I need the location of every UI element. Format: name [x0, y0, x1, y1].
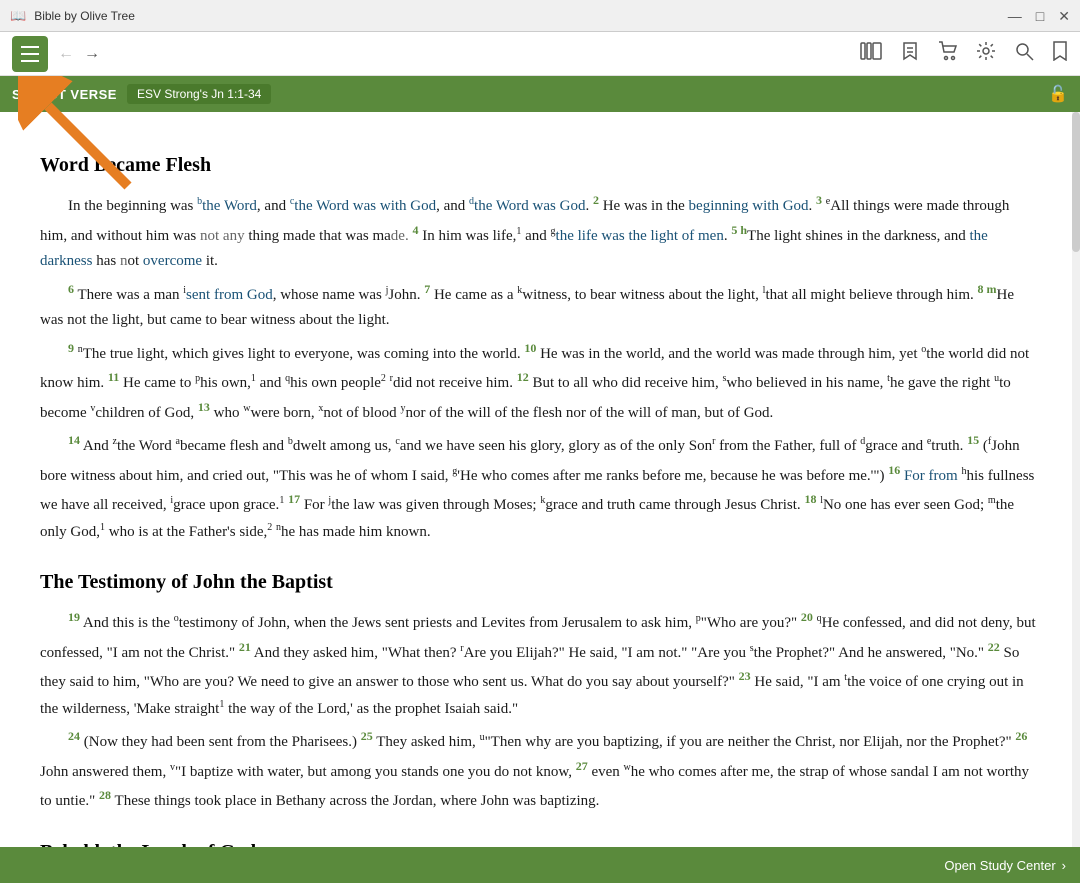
search-icon[interactable]	[1014, 41, 1034, 66]
toolbar-left: ← →	[12, 36, 100, 72]
heading-testimony: The Testimony of John the Baptist	[40, 565, 1040, 599]
verse-text-1: In the beginning was bthe Word, and cthe…	[40, 190, 1040, 275]
library-icon[interactable]	[860, 42, 882, 65]
bottom-bar: Open Study Center ›	[0, 847, 1080, 883]
link-word[interactable]: bthe Word	[197, 198, 257, 214]
toolbar: ← →	[0, 32, 1080, 76]
title-bar-controls: — □ ✕	[1008, 9, 1070, 23]
open-study-label: Open Study Center	[944, 858, 1055, 873]
chevron-right-icon: ›	[1062, 858, 1066, 873]
verse-text-24: 24 (Now they had been sent from the Phar…	[40, 726, 1040, 815]
minimize-button[interactable]: —	[1008, 9, 1022, 23]
hamburger-line-3	[21, 60, 39, 62]
hamburger-line-2	[21, 53, 39, 55]
bookmark-list-icon[interactable]	[900, 41, 920, 66]
link-for-from[interactable]: For from	[904, 468, 958, 484]
forward-button[interactable]: →	[84, 45, 100, 63]
verse-text-9: 9 nThe true light, which gives light to …	[40, 338, 1040, 427]
select-verse-button[interactable]: SELECT VERSE	[12, 87, 117, 102]
reference-tag[interactable]: ESV Strong's Jn 1:1-34	[127, 84, 271, 104]
app-title: Bible by Olive Tree	[34, 9, 135, 23]
link-beginning-with-god[interactable]: beginning with God	[689, 198, 809, 214]
heading-lamb-of-god: Behold, the Lamb of God	[40, 835, 1040, 848]
app-icon: 📖	[10, 8, 26, 24]
toolbar-right	[860, 41, 1068, 66]
link-sent-from-god[interactable]: sent from God	[186, 287, 273, 303]
lock-icon[interactable]: 🔓	[1048, 84, 1068, 104]
hamburger-menu-button[interactable]	[12, 36, 48, 72]
bookmark-icon[interactable]	[1052, 41, 1068, 66]
link-overcome[interactable]: overcome	[143, 253, 202, 269]
open-study-center-button[interactable]: Open Study Center ›	[944, 858, 1066, 873]
title-bar: 📖 Bible by Olive Tree — □ ✕	[0, 0, 1080, 32]
scrollbar-track	[1072, 112, 1080, 847]
link-word-with-god[interactable]: cthe Word was with God	[290, 198, 436, 214]
verse-text-14: 14 And zthe Word abecame flesh and bdwel…	[40, 430, 1040, 545]
close-button[interactable]: ✕	[1058, 9, 1070, 23]
main-content[interactable]: Word Became Flesh In the beginning was b…	[0, 112, 1080, 847]
cart-icon[interactable]	[938, 41, 958, 66]
back-button[interactable]: ←	[58, 45, 74, 63]
link-word-was-god[interactable]: dthe Word was God	[469, 198, 585, 214]
heading-word-became-flesh: Word Became Flesh	[40, 148, 1040, 182]
ref-bar: SELECT VERSE ESV Strong's Jn 1:1-34 🔓	[0, 76, 1080, 112]
title-bar-left: 📖 Bible by Olive Tree	[10, 8, 135, 24]
settings-icon[interactable]	[976, 41, 996, 66]
hamburger-line-1	[21, 46, 39, 48]
verse-text-6: 6 There was a man isent from God, whose …	[40, 279, 1040, 334]
link-life-light[interactable]: the life was the light of men	[556, 228, 724, 244]
verse-text-19: 19 And this is the otestimony of John, w…	[40, 607, 1040, 722]
scrollbar-thumb[interactable]	[1072, 112, 1080, 252]
maximize-button[interactable]: □	[1036, 9, 1044, 23]
ref-bar-left: SELECT VERSE ESV Strong's Jn 1:1-34	[12, 84, 271, 104]
